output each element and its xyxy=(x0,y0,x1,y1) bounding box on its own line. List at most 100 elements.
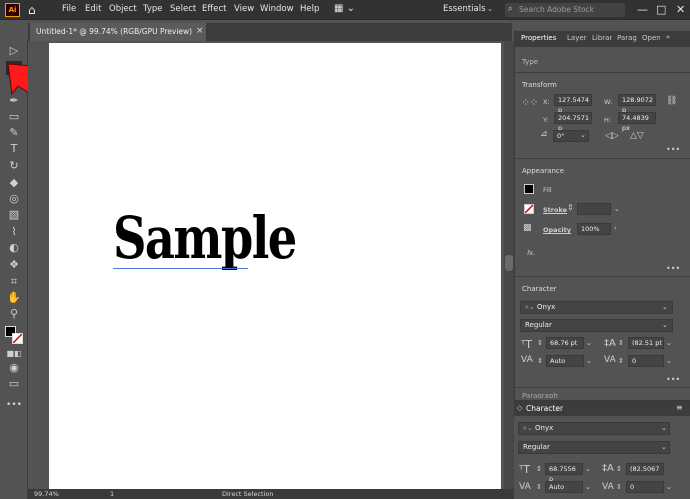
maximize-button[interactable]: □ xyxy=(656,3,666,16)
tracking-stepper-icon[interactable]: ⇕ xyxy=(616,483,622,491)
rotate-caret-icon[interactable]: ⌄ xyxy=(580,131,586,139)
leading-caret-icon[interactable]: ⌄ xyxy=(666,339,672,347)
more-options-icon[interactable]: ••• xyxy=(666,375,680,384)
stroke-color-icon[interactable] xyxy=(524,204,534,214)
draw-mode-icon[interactable]: ◉ xyxy=(6,361,22,375)
hand-tool-icon[interactable]: ✋ xyxy=(6,291,22,305)
x-field[interactable]: 127.5474 p xyxy=(554,94,592,114)
workspace-switcher[interactable]: Essentials xyxy=(443,4,486,14)
menu-help[interactable]: Help xyxy=(300,4,319,14)
character-panel-title[interactable]: Character xyxy=(526,404,563,413)
menu-edit[interactable]: Edit xyxy=(85,4,101,14)
more-tools-icon[interactable]: ••• xyxy=(6,398,22,412)
font-caret-icon[interactable]: ⌄ xyxy=(662,303,668,311)
flip-vertical-icon[interactable]: △▽ xyxy=(630,131,644,141)
reference-point-icon[interactable]: ⁘⁘ xyxy=(521,96,538,109)
tracking-field-2[interactable]: 0 xyxy=(626,481,664,493)
home-icon[interactable]: ⌂ xyxy=(28,3,36,17)
tracking-field[interactable]: 0 xyxy=(628,355,664,367)
stroke-swatch-icon[interactable] xyxy=(12,333,23,344)
kerning-caret-icon[interactable]: ⌄ xyxy=(586,357,592,365)
font-caret-icon[interactable]: ⌄ xyxy=(661,424,667,432)
arrange-documents-icon[interactable]: ▦ ⌄ xyxy=(334,3,355,14)
workspace-caret-icon[interactable]: ⌄ xyxy=(487,5,493,13)
style-caret-icon[interactable]: ⌄ xyxy=(662,321,668,329)
panel-menu-icon[interactable]: ≡ xyxy=(676,403,683,412)
menu-window[interactable]: Window xyxy=(260,4,294,14)
scrollbar-thumb[interactable] xyxy=(505,255,513,271)
font-size-stepper-icon[interactable]: ⇕ xyxy=(536,465,542,473)
fill-color-icon[interactable] xyxy=(524,184,534,194)
rectangle-tool-icon[interactable]: ▭ xyxy=(6,110,22,124)
warp-tool-icon[interactable]: ◎ xyxy=(6,192,22,206)
stroke-weight-field[interactable] xyxy=(577,203,611,215)
font-style-dropdown-2[interactable]: Regular xyxy=(518,441,670,454)
effects-icon[interactable]: fx. xyxy=(527,249,535,257)
eyedropper-tool-icon[interactable]: ⌇ xyxy=(6,225,22,239)
screen-mode-icon[interactable]: ▭ xyxy=(6,377,22,391)
tracking-caret-icon[interactable]: ⌄ xyxy=(666,483,672,491)
font-size-caret-icon[interactable]: ⌄ xyxy=(585,465,591,473)
eraser-tool-icon[interactable]: ◆ xyxy=(6,176,22,190)
font-family-dropdown-2[interactable]: ⌕⌄ Onyx xyxy=(518,422,670,435)
font-size-field-2[interactable]: 68.7556 p xyxy=(545,463,583,483)
tab-opentype[interactable]: OpenType xyxy=(642,34,660,42)
zoom-tool-icon[interactable]: ⚲ xyxy=(6,307,22,321)
tab-layers[interactable]: Layers xyxy=(567,34,587,42)
close-tab-button[interactable]: × xyxy=(196,26,204,36)
artboard-tool-icon[interactable]: ⌗ xyxy=(6,275,22,289)
panel-menu-icon[interactable]: » xyxy=(666,33,670,41)
close-window-button[interactable]: ✕ xyxy=(676,3,685,16)
minimize-button[interactable]: — xyxy=(637,3,648,16)
menu-file[interactable]: File xyxy=(62,4,76,14)
constrain-proportions-icon[interactable]: ⛓ xyxy=(666,96,677,106)
font-size-field[interactable]: 68.76 pt xyxy=(546,337,584,349)
menu-select[interactable]: Select xyxy=(170,4,196,14)
leading-stepper-icon[interactable]: ⇕ xyxy=(616,465,622,473)
w-field[interactable]: 128.9072 p xyxy=(618,94,656,114)
kerning-field[interactable]: Auto xyxy=(546,355,584,367)
opacity-arrow-icon[interactable]: › xyxy=(614,224,617,232)
style-caret-icon[interactable]: ⌄ xyxy=(661,443,667,451)
stroke-weight-caret-icon[interactable]: ⌄ xyxy=(614,205,620,213)
zoom-level[interactable]: 99.74% xyxy=(34,490,59,498)
gradient-tool-icon[interactable]: ▧ xyxy=(6,208,22,222)
artboard-number[interactable]: 1 xyxy=(110,490,114,498)
tracking-caret-icon[interactable]: ⌄ xyxy=(666,357,672,365)
menu-view[interactable]: View xyxy=(234,4,254,14)
more-options-icon[interactable]: ••• xyxy=(666,145,680,154)
tab-libraries[interactable]: Libraries xyxy=(592,34,612,42)
menu-effect[interactable]: Effect xyxy=(202,4,226,14)
h-field[interactable]: 74.4839 px xyxy=(618,112,656,132)
color-mode-icon[interactable]: ■◧ xyxy=(6,347,22,361)
kerning-stepper-icon[interactable]: ⇕ xyxy=(536,483,542,491)
font-style-dropdown[interactable]: Regular xyxy=(520,319,673,332)
leading-stepper-icon[interactable]: ⇕ xyxy=(618,339,624,347)
document-tab[interactable]: Untitled-1* @ 99.74% (RGB/GPU Preview) xyxy=(30,23,206,41)
kerning-field-2[interactable]: Auto xyxy=(545,481,583,493)
selection-tool-icon[interactable]: ▷ xyxy=(6,44,22,58)
stock-search-input[interactable]: Search Adobe Stock xyxy=(505,3,625,17)
font-size-stepper-icon[interactable]: ⇕ xyxy=(537,339,543,347)
kerning-caret-icon[interactable]: ⌄ xyxy=(585,483,591,491)
y-field[interactable]: 204.7571 p xyxy=(554,112,592,132)
tab-paragraph[interactable]: Paragraph xyxy=(617,34,637,42)
menu-object[interactable]: Object xyxy=(109,4,137,14)
paintbrush-tool-icon[interactable]: ✎ xyxy=(6,126,22,140)
stroke-stepper-icon[interactable]: ⇕ xyxy=(567,203,574,212)
menu-type[interactable]: Type xyxy=(143,4,163,14)
tab-properties[interactable]: Properties xyxy=(521,34,556,42)
type-tool-icon[interactable]: T xyxy=(6,142,22,156)
font-family-dropdown[interactable]: ⌕⌄ Onyx xyxy=(520,301,673,314)
leading-field-2[interactable]: (82.5067 xyxy=(626,463,664,475)
rotate-tool-icon[interactable]: ↻ xyxy=(6,159,22,173)
sample-text-object[interactable]: Sample xyxy=(113,203,297,273)
opacity-field[interactable]: 100% xyxy=(577,223,611,235)
leading-field[interactable]: (82.51 pt xyxy=(628,337,664,349)
collapse-icon[interactable]: ◇ xyxy=(517,404,522,412)
font-size-caret-icon[interactable]: ⌄ xyxy=(586,339,592,347)
kerning-stepper-icon[interactable]: ⇕ xyxy=(537,357,543,365)
opacity-label[interactable]: Opacity xyxy=(543,226,571,234)
blend-tool-icon[interactable]: ◐ xyxy=(6,241,22,255)
tracking-stepper-icon[interactable]: ⇕ xyxy=(618,357,624,365)
